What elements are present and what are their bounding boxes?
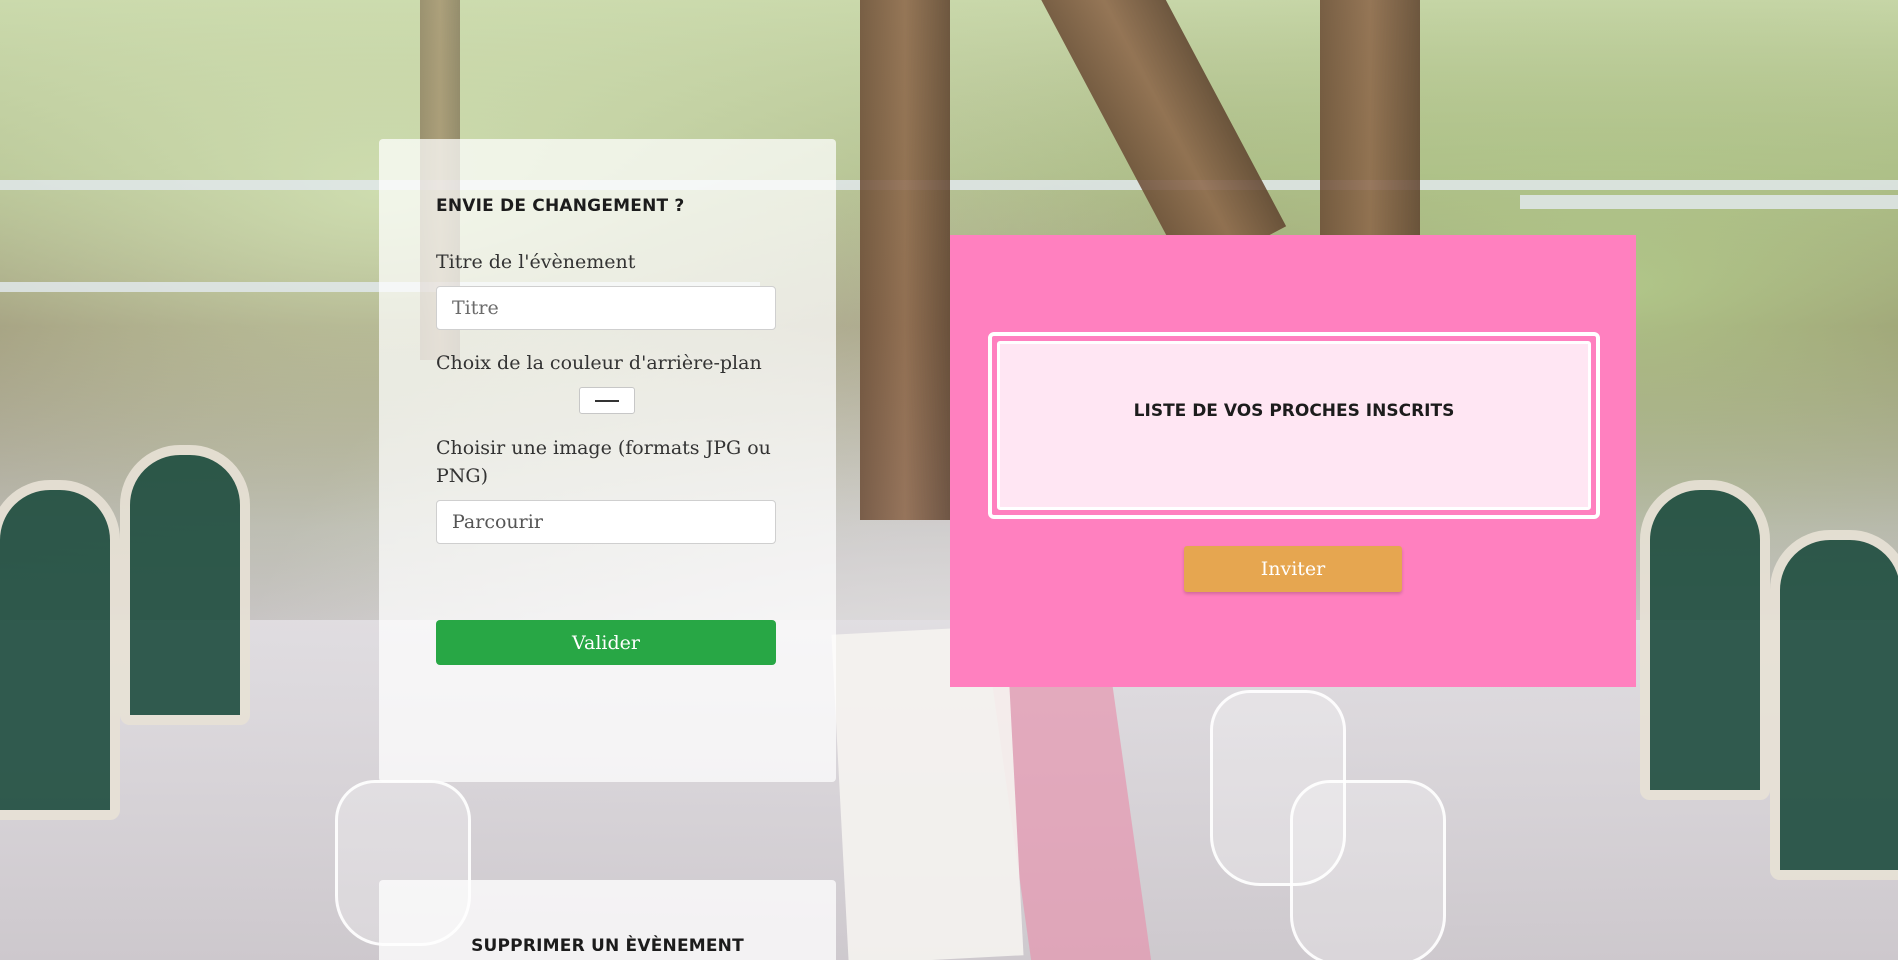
delete-event-panel: SUPPRIMER UN ÈVÈNEMENT — [379, 880, 836, 980]
validate-button[interactable]: Valider — [436, 620, 776, 665]
background-chair — [1770, 530, 1898, 880]
image-label: Choisir une image (formats JPG ou PNG) — [436, 437, 771, 487]
guest-list-title: LISTE DE VOS PROCHES INSCRITS — [1133, 401, 1455, 421]
image-file-input[interactable]: Parcourir — [436, 500, 776, 544]
bg-color-picker[interactable] — [579, 387, 635, 414]
color-swatch-icon — [595, 399, 619, 402]
guest-list-panel: LISTE DE VOS PROCHES INSCRITS Inviter — [950, 235, 1636, 687]
guest-list-inner: LISTE DE VOS PROCHES INSCRITS — [997, 341, 1591, 510]
event-title-label: Titre de l'évènement — [436, 251, 636, 273]
background-beam — [860, 0, 950, 520]
background-glass — [1290, 780, 1446, 960]
invite-button[interactable]: Inviter — [1184, 546, 1402, 592]
background-chair — [0, 480, 120, 820]
change-panel-title: ENVIE DE CHANGEMENT ? — [436, 196, 685, 216]
event-title-input[interactable] — [436, 286, 776, 330]
guest-list-box: LISTE DE VOS PROCHES INSCRITS — [988, 332, 1600, 519]
change-event-panel: ENVIE DE CHANGEMENT ? Titre de l'évèneme… — [379, 139, 836, 782]
background-chair — [120, 445, 250, 725]
bg-color-label: Choix de la couleur d'arrière-plan — [436, 352, 762, 374]
background-chair — [1640, 480, 1770, 800]
background-railing — [1520, 195, 1898, 209]
delete-panel-title: SUPPRIMER UN ÈVÈNEMENT — [471, 936, 744, 956]
